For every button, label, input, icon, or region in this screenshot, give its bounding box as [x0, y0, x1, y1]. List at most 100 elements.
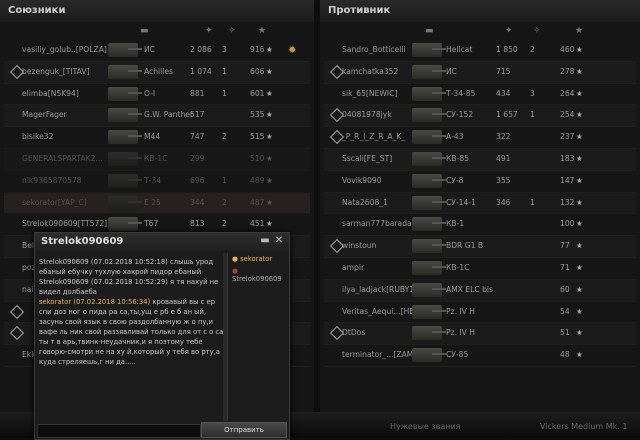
player-row[interactable]: Nata2608_1 СУ-14-1 346 1 132 ★ [324, 192, 636, 215]
tank-name: G.W. Panther [144, 110, 194, 120]
player-row[interactable]: winstoun BDR G1 B 77 ★ [324, 236, 636, 258]
player-row[interactable]: terminator_...[ZAMBA] СУ-85 48 ★ [324, 345, 636, 367]
tank-icon [412, 130, 446, 145]
star-icon: ★ [576, 153, 583, 163]
chat-title-bar[interactable]: Strelok090609 ▬ ✕ [35, 233, 289, 251]
player-row[interactable]: elimba[NSK94] O-I 881 1 601 ★ [4, 84, 310, 106]
tank-name: КВ-1С [446, 262, 470, 272]
tank-name: СУ-85 [446, 350, 469, 360]
player-name: winstoun [342, 241, 377, 251]
frags-value: 2 [222, 219, 227, 229]
player-row[interactable]: sekorator[YAP_C] E 25 344 2 487 ★ [4, 192, 310, 215]
damage-column-icon: ✦ [205, 26, 213, 36]
chat-message-time: (07.02.2018 10:52:18) [90, 258, 168, 266]
chat-user[interactable]: ● Strelok090609 [228, 265, 288, 285]
xp-value: 147 [560, 175, 575, 185]
minimize-button[interactable]: ▬ [259, 235, 271, 247]
xp-value: 77 [560, 241, 570, 251]
xp-value: 48 [560, 350, 570, 360]
tank-name: M44 [144, 132, 161, 142]
player-name: bisike32 [22, 132, 54, 142]
tank-name: Т-34 [144, 175, 162, 185]
player-name: bezenguk_[TITAV] [22, 66, 90, 76]
tank-name: КВ-85 [446, 153, 470, 163]
player-row[interactable]: nik9365870578 Т-34 696 1 489 ★ [4, 171, 310, 193]
player-row[interactable]: 04081978jyk СУ-152 1 657 1 254 ★ [324, 105, 636, 128]
player-row[interactable]: Sscali[FE_ST] КВ-85 491 183 ★ [324, 148, 636, 171]
xp-value: 535 [250, 110, 265, 120]
player-row[interactable]: bisike32 M44 747 2 515 ★ [4, 127, 310, 149]
player-name: ilya_ladjack[RUBY1] [342, 284, 418, 294]
tank-name: ИС [144, 45, 155, 54]
chat-message-header: sekorator [39, 298, 72, 306]
tank-icon [412, 151, 446, 166]
tank-name: Pz. IV H [446, 328, 475, 338]
star-icon: ★ [266, 153, 273, 163]
tank-icon [412, 108, 446, 123]
vehicle-mark-icon [9, 326, 25, 341]
tank-icon [412, 260, 446, 275]
tank-icon [412, 86, 446, 101]
player-row[interactable]: DtDos Pz. IV H 51 ★ [324, 323, 636, 346]
frags-value: 3 [222, 45, 227, 54]
frags-value: 2 [222, 132, 227, 142]
player-row[interactable]: kamchatka352 ИС 715 278 ★ [324, 61, 636, 84]
bottom-item[interactable]: Нужевые звания [390, 422, 461, 431]
star-icon: ★ [266, 219, 273, 229]
damage-value: 344 [190, 197, 205, 207]
tank-icon [108, 217, 142, 232]
tank-icon [108, 108, 142, 123]
xp-value: 60 [560, 284, 570, 294]
chat-message: Strelok090609 (07.02.2018 10:52:18) слыш… [39, 257, 227, 277]
private-chat-window[interactable]: Strelok090609 ▬ ✕ Strelok090609 (07.02.2… [34, 232, 290, 440]
player-row[interactable]: _P_R_I_Z_R_A_K_ А-43 322 237 ★ [324, 127, 636, 149]
player-row[interactable]: ilya_ladjack[RUBY1] AMX ELC bis 60 ★ [324, 279, 636, 302]
star-icon: ★ [266, 175, 273, 185]
damage-column-icon: ✦ [505, 26, 513, 36]
damage-value: 355 [496, 175, 511, 185]
enemies-panel: Противник ▬ ✦ ✧ ★ Sandro_Botticelli Hellc… [320, 0, 640, 412]
xp-value: 132 [560, 197, 575, 207]
player-name: Nata2608_1 [342, 197, 388, 207]
frags-value: 3 [530, 88, 535, 98]
star-icon: ★ [576, 241, 583, 251]
tank-icon [412, 326, 446, 341]
player-row[interactable]: Vovik9090 СУ-8 355 147 ★ [324, 171, 636, 193]
xp-column-icon: ★ [258, 26, 267, 36]
medal-icon: ✹ [288, 45, 297, 56]
player-row[interactable]: MagerFager G.W. Panther 517 535 ★ [4, 105, 310, 128]
tank-icon [108, 43, 142, 57]
star-icon: ★ [266, 132, 273, 142]
tank-icon [108, 86, 142, 101]
frags-value: 1 [222, 66, 227, 76]
player-row[interactable]: Sandro_Botticelli Hellcat 1 850 2 460 ★ [324, 40, 636, 62]
player-row[interactable]: sik_65[NEWIC] Т-34-85 434 3 264 ★ [324, 84, 636, 106]
player-name: Bel [22, 241, 34, 251]
tank-icon [108, 195, 142, 210]
player-row[interactable]: Veritas_Aequi...[HE_D] Pz. IV H 54 ★ [324, 302, 636, 324]
player-row[interactable]: GENERALSPARTAK2... КВ-1С 299 510 ★ [4, 148, 310, 171]
tank-column-icon: ▬ [425, 26, 434, 36]
player-row[interactable]: vasiliy_golub..[POLZA] ИС 2 086 3 916 ★ ✹ [4, 40, 310, 62]
send-button[interactable]: Отправить [201, 422, 287, 438]
damage-value: 517 [190, 110, 205, 120]
player-name: GENERALSPARTAK2... [22, 153, 103, 163]
tank-name: СУ-8 [446, 175, 464, 185]
tank-name: BDR G1 B [446, 241, 484, 251]
damage-value: 299 [190, 153, 205, 163]
bottom-item[interactable]: Vickers Medium Mk. 1 [540, 422, 627, 431]
chat-message-input[interactable] [37, 424, 201, 438]
player-row[interactable]: bezenguk_[TITAV] Achilles 1 074 1 606 ★ [4, 61, 310, 84]
star-icon: ★ [576, 350, 583, 360]
xp-value: 601 [250, 88, 265, 98]
player-row[interactable]: sarman777barada КВ-1 100 ★ [324, 214, 636, 237]
player-name: Vovik9090 [342, 175, 382, 185]
close-button[interactable]: ✕ [273, 235, 285, 247]
star-icon: ★ [576, 132, 583, 142]
player-row[interactable]: ampir КВ-1С 71 ★ [324, 258, 636, 280]
tank-name: E 25 [144, 197, 161, 207]
xp-column-icon: ★ [575, 26, 584, 36]
chat-user[interactable]: ● sekorator [228, 253, 288, 265]
tank-name: O-I [144, 88, 156, 98]
tank-name: Т-34-85 [446, 88, 476, 98]
